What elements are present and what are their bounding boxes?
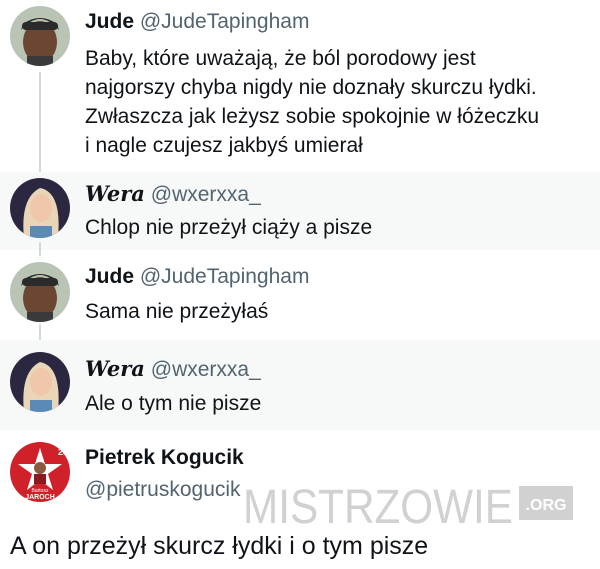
user-handle[interactable]: @wxerxxa_ bbox=[151, 358, 261, 381]
tweet-jude-1[interactable]: Jude @JudeTapingham Baby, które uważają,… bbox=[0, 0, 600, 172]
avatar-wera[interactable] bbox=[10, 178, 70, 238]
watermark-logo: MISTRZOWIE .ORG bbox=[243, 481, 573, 528]
tweet-text-line: najgorszy chyba nigdy nie doznały skurcz… bbox=[85, 76, 537, 99]
tweet-header: Pietrek Kogucik bbox=[85, 446, 244, 470]
user-handle[interactable]: @JudeTapingham bbox=[140, 10, 310, 33]
user-handle[interactable]: @wxerxxa_ bbox=[151, 183, 261, 206]
tweet-jude-2[interactable]: Jude @JudeTapingham Sama nie przeżyłaś bbox=[0, 252, 600, 346]
tweet-header: Wera @wxerxxa_ bbox=[85, 356, 261, 382]
tweet-wera-1[interactable]: Wera @wxerxxa_ Chlop nie przeżył ciąży a… bbox=[0, 172, 600, 256]
avatar-text-line: JAROCH bbox=[25, 494, 55, 501]
display-name[interactable]: Pietrek Kogucik bbox=[85, 446, 244, 469]
tweet-text-line: Sama nie przeżyłaś bbox=[85, 300, 269, 323]
tweet-header: Jude @JudeTapingham bbox=[85, 265, 309, 289]
avatar-jude[interactable] bbox=[10, 262, 70, 322]
tweet-text: Chlop nie przeżył ciąży a pisze bbox=[85, 213, 372, 242]
tweet-text-line: i nagle czujesz jakbyś umierał bbox=[85, 134, 363, 157]
tweet-handle-row: @pietruskogucik bbox=[85, 478, 241, 502]
tweet-text-line: Baby, które uważają, że ból porodowy jes… bbox=[85, 47, 476, 70]
avatar-pietrek[interactable]: 23 Bartosz JAROCH bbox=[10, 442, 70, 502]
display-name[interactable]: Wera bbox=[85, 181, 145, 206]
user-handle[interactable]: @pietruskogucik bbox=[85, 478, 241, 501]
display-name[interactable]: Jude bbox=[85, 10, 134, 33]
tweet-text: Sama nie przeżyłaś bbox=[85, 297, 268, 326]
tweet-text: Ale o tym nie pisze bbox=[85, 389, 261, 418]
watermark-text: MISTRZOWIE bbox=[243, 481, 513, 528]
display-name[interactable]: Wera bbox=[85, 356, 145, 381]
tweet-header: Jude @JudeTapingham bbox=[85, 10, 309, 34]
tweet-wera-2[interactable]: Wera @wxerxxa_ Ale o tym nie pisze bbox=[0, 340, 600, 430]
display-name[interactable]: Jude bbox=[85, 265, 134, 288]
avatar-wera[interactable] bbox=[10, 352, 70, 412]
thread-line bbox=[39, 72, 41, 172]
tweet-text: Baby, które uważają, że ból porodowy jes… bbox=[85, 44, 539, 160]
tweet-text-line: Zwłaszcza jak leżysz sobie spokojnie w ł… bbox=[85, 105, 540, 128]
tweet-text-line: Ale o tym nie pisze bbox=[85, 392, 262, 415]
meme-caption: A on przeżył skurcz łydki i o tym pisze bbox=[10, 532, 429, 560]
tweet-header: Wera @wxerxxa_ bbox=[85, 181, 261, 207]
avatar-number: 23 bbox=[58, 447, 68, 457]
avatar-jude[interactable] bbox=[10, 6, 70, 66]
user-handle[interactable]: @JudeTapingham bbox=[140, 265, 310, 288]
watermark-suffix: .ORG bbox=[526, 497, 567, 514]
tweet-text-line: Chlop nie przeżył ciąży a pisze bbox=[85, 216, 373, 239]
